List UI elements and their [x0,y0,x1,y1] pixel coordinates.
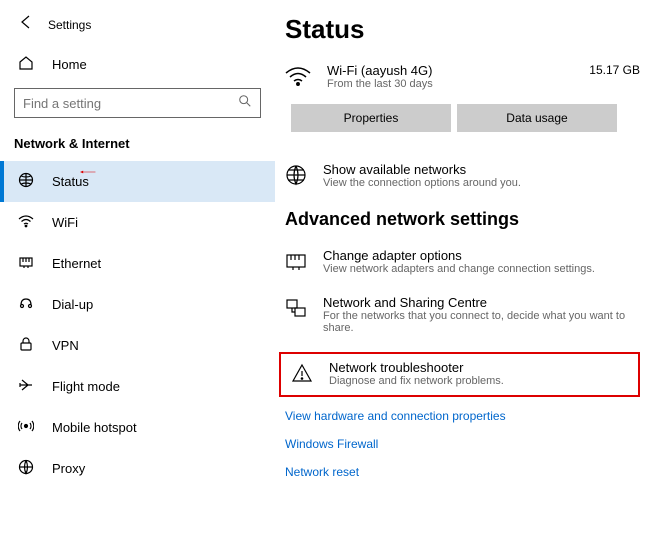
home-item[interactable]: Home [0,45,275,84]
opt-title: Show available networks [323,162,521,177]
hardware-link[interactable]: View hardware and connection properties [285,409,640,423]
wifi-name: Wi-Fi (aayush 4G) [327,63,573,78]
sidebar-item-label: Ethernet [52,256,101,271]
annotation-arrow [80,164,96,183]
home-icon [18,55,34,74]
app-title: Settings [48,18,91,32]
opt-sub: View the connection options around you. [323,177,521,189]
sidebar: Settings Home Network & Internet Status [0,0,275,548]
sidebar-section: Network & Internet [0,118,275,161]
opt-title: Network troubleshooter [329,360,504,375]
opt-title: Network and Sharing Centre [323,295,640,310]
reset-link[interactable]: Network reset [285,465,640,479]
sidebar-item-label: Dial-up [52,297,93,312]
globe-icon [285,162,307,191]
ethernet-icon [18,254,34,273]
hotspot-icon [18,418,34,437]
wifi-status-row: Wi-Fi (aayush 4G) From the last 30 days … [285,63,640,92]
opt-sub: View network adapters and change connect… [323,263,595,275]
show-networks-option[interactable]: Show available networks View the connect… [285,162,640,191]
status-icon [18,172,34,191]
highlight-annotation: Network troubleshooter Diagnose and fix … [279,352,640,397]
sidebar-item-label: Mobile hotspot [52,420,137,435]
wifi-icon [18,213,34,232]
sidebar-item-label: Flight mode [52,379,120,394]
sidebar-item-hotspot[interactable]: Mobile hotspot [0,407,275,448]
adapter-icon [285,248,307,277]
sidebar-item-dialup[interactable]: Dial-up [0,284,275,325]
opt-sub: For the networks that you connect to, de… [323,310,640,334]
sidebar-item-label: Proxy [52,461,85,476]
advanced-heading: Advanced network settings [285,209,640,230]
sidebar-item-flight[interactable]: Flight mode [0,366,275,407]
opt-title: Change adapter options [323,248,595,263]
firewall-link[interactable]: Windows Firewall [285,437,640,451]
properties-button[interactable]: Properties [291,104,451,132]
wifi-usage: 15.17 GB [589,63,640,77]
back-icon[interactable] [18,14,34,35]
sidebar-item-vpn[interactable]: VPN [0,325,275,366]
wifi-signal-icon [285,63,311,92]
search-input[interactable] [23,96,238,111]
sidebar-item-proxy[interactable]: Proxy [0,448,275,489]
sidebar-item-status[interactable]: Status [0,161,275,202]
home-label: Home [52,57,87,72]
proxy-icon [18,459,34,478]
opt-sub: Diagnose and fix network problems. [329,375,504,387]
dialup-icon [18,295,34,314]
adapter-option[interactable]: Change adapter options View network adap… [285,248,640,277]
sharing-icon [285,295,307,324]
vpn-icon [18,336,34,355]
page-title: Status [285,14,640,45]
troubleshooter-option[interactable]: Network troubleshooter Diagnose and fix … [291,360,628,389]
main-panel: Status Wi-Fi (aayush 4G) From the last 3… [275,0,650,548]
warning-icon [291,360,313,389]
sidebar-item-wifi[interactable]: WiFi [0,202,275,243]
sidebar-item-ethernet[interactable]: Ethernet [0,243,275,284]
sharing-option[interactable]: Network and Sharing Centre For the netwo… [285,295,640,334]
search-box[interactable] [14,88,261,118]
wifi-sub: From the last 30 days [327,78,573,90]
data-usage-button[interactable]: Data usage [457,104,617,132]
search-icon [238,94,252,113]
sidebar-item-label: VPN [52,338,79,353]
sidebar-item-label: WiFi [52,215,78,230]
airplane-icon [18,377,34,396]
